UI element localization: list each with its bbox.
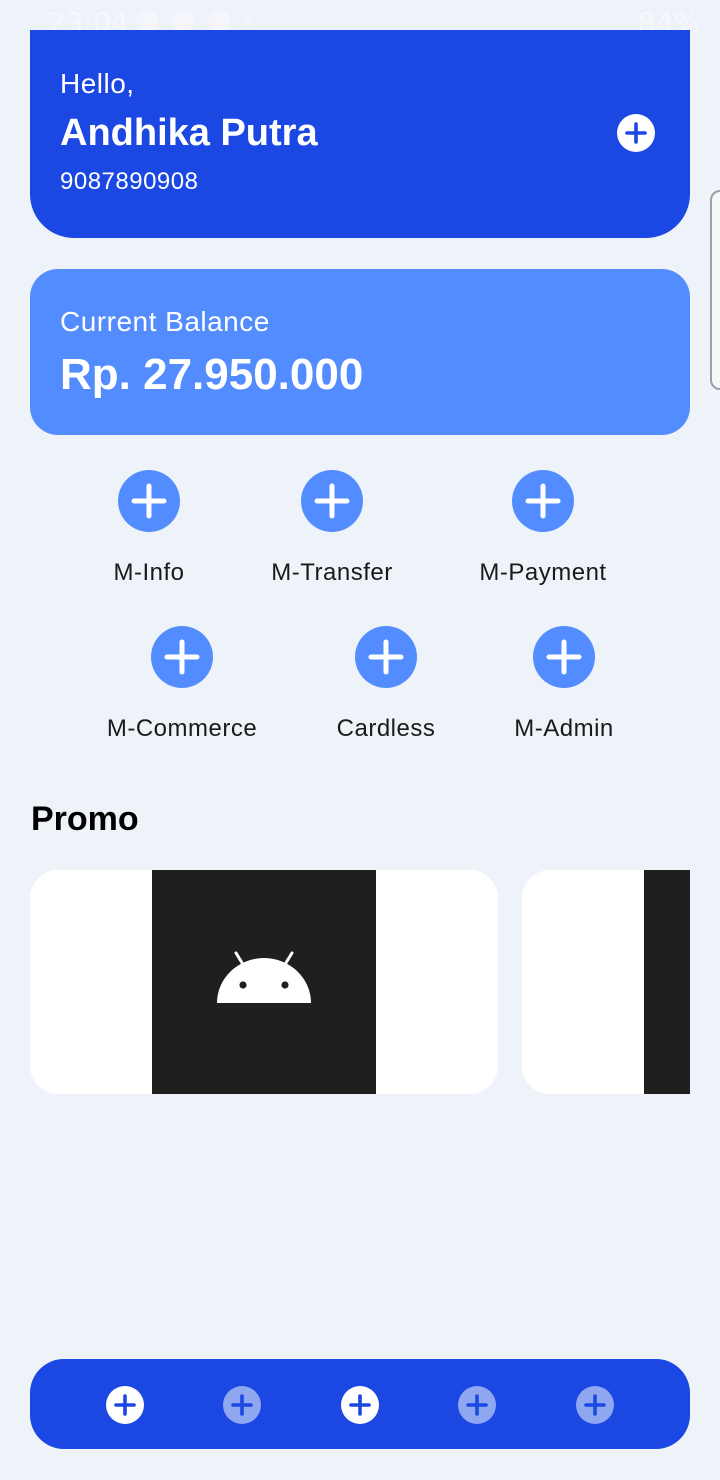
nav-item-2[interactable]	[223, 1386, 261, 1424]
balance-label: Current Balance	[60, 306, 270, 337]
menu-label: M-Payment	[479, 559, 607, 586]
promo-card[interactable]	[522, 870, 690, 1094]
plus-circle-icon	[512, 470, 574, 532]
plus-circle-icon	[533, 626, 595, 688]
plus-circle-icon	[458, 1386, 496, 1424]
plus-circle-icon	[576, 1386, 614, 1424]
header-add-button[interactable]	[613, 110, 659, 156]
notification-icons	[136, 10, 252, 32]
dot-icon	[244, 17, 252, 25]
plus-circle-icon	[301, 470, 363, 532]
balance-amount: Rp. 27.950.000	[60, 350, 364, 399]
menu-item-m-commerce[interactable]: M-Commerce	[82, 619, 282, 743]
promo-title: Promo	[31, 800, 139, 838]
user-name: Andhika Putra	[60, 112, 318, 154]
greeting-text: Hello,	[60, 68, 135, 99]
menu-item-cardless[interactable]: Cardless	[286, 619, 486, 743]
menu-icon-button[interactable]	[111, 463, 187, 539]
plus-circle-icon	[151, 626, 213, 688]
menu-icon-button[interactable]	[348, 619, 424, 695]
user-phone: 9087890908	[60, 168, 199, 195]
menu-label: M-Transfer	[271, 559, 393, 586]
menu-label: M-Info	[113, 559, 185, 586]
scroll-indicator[interactable]	[710, 190, 720, 390]
menu-label: Cardless	[336, 715, 436, 742]
plus-circle-icon	[106, 1386, 144, 1424]
promo-image	[644, 870, 690, 1094]
menu-icon-button[interactable]	[294, 463, 370, 539]
plus-circle-icon	[341, 1386, 379, 1424]
menu-item-m-transfer[interactable]: M-Transfer	[232, 463, 432, 587]
menu-item-m-payment[interactable]: M-Payment	[443, 463, 643, 587]
plus-circle-icon	[118, 470, 180, 532]
nav-item-1[interactable]	[106, 1386, 144, 1424]
nav-item-5[interactable]	[576, 1386, 614, 1424]
promo-image	[152, 870, 376, 1094]
android-placeholder-icon	[217, 951, 311, 1003]
menu-label: M-Commerce	[106, 715, 258, 742]
plus-circle-icon	[355, 626, 417, 688]
minus-circle-icon	[208, 10, 230, 32]
menu-icon-button[interactable]	[526, 619, 602, 695]
menu-icon-button[interactable]	[144, 619, 220, 695]
nav-item-4[interactable]	[458, 1386, 496, 1424]
menu-item-m-info[interactable]: M-Info	[49, 463, 249, 587]
menu-label: M-Admin	[514, 715, 614, 742]
plus-circle-icon	[223, 1386, 261, 1424]
plus-circle-icon	[617, 114, 655, 152]
nav-item-3[interactable]	[341, 1386, 379, 1424]
promo-card[interactable]	[30, 870, 498, 1094]
check-icon	[136, 10, 158, 32]
cloud-icon	[172, 10, 194, 32]
menu-item-m-admin[interactable]: M-Admin	[464, 619, 664, 743]
menu-icon-button[interactable]	[505, 463, 581, 539]
